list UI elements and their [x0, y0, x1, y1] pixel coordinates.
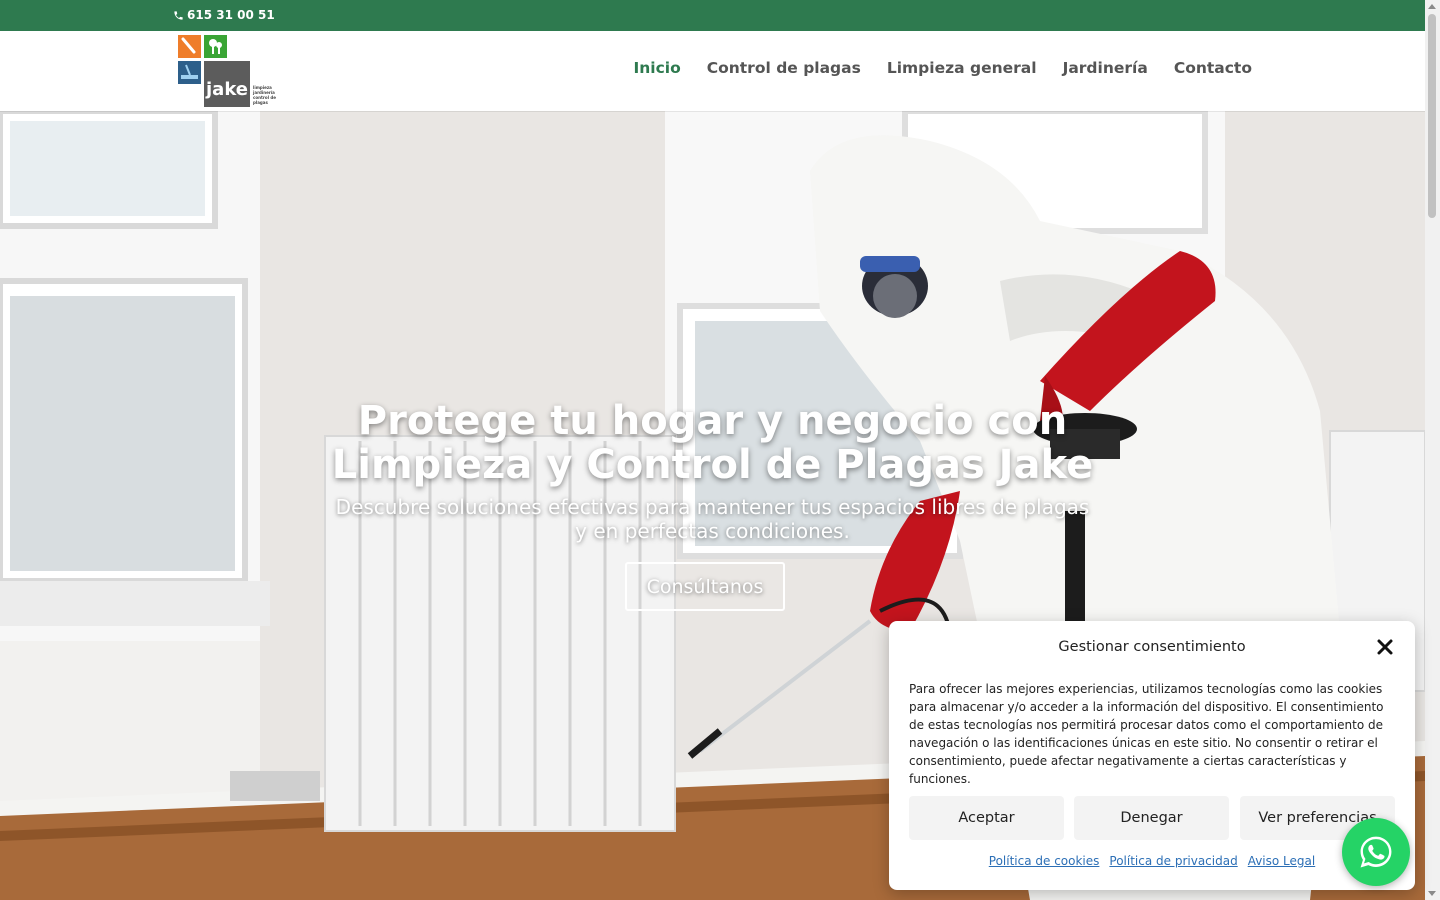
nav-item-limpieza-general[interactable]: Limpieza general	[887, 59, 1037, 77]
nav-item-jardineria[interactable]: Jardinería	[1063, 59, 1148, 77]
cookie-consent-dialog: Gestionar consentimiento Para ofrecer la…	[889, 621, 1415, 890]
logo-tile-blue	[178, 61, 201, 84]
hero-subtitle-line-1: Descubre soluciones efectivas para mante…	[335, 495, 1090, 519]
whatsapp-button[interactable]	[1342, 818, 1410, 886]
hero-title-line-1: Protege tu hogar y negocio con	[357, 398, 1068, 444]
consent-text: Para ofrecer las mejores experiencias, u…	[909, 682, 1384, 786]
hero-title: Protege tu hogar y negocio con Limpieza …	[250, 399, 1175, 487]
scroll-up-icon[interactable]	[1428, 4, 1436, 9]
consent-title: Gestionar consentimiento	[1058, 639, 1246, 655]
logo-wordmark: jake	[206, 79, 249, 100]
hero-subtitle: Descubre soluciones efectivas para mante…	[300, 495, 1125, 543]
logo-tagline: limpieza jardinería control de plagas	[253, 85, 276, 105]
consultanos-button[interactable]: Consúltanos	[625, 562, 785, 611]
legal-notice-link[interactable]: Aviso Legal	[1248, 854, 1316, 868]
nav-item-control-de-plagas[interactable]: Control de plagas	[707, 59, 861, 77]
deny-button[interactable]: Denegar	[1074, 796, 1229, 840]
page-scrollbar[interactable]	[1425, 0, 1440, 900]
scroll-down-icon[interactable]	[1428, 891, 1436, 896]
site-logo[interactable]: jake limpieza jardinería control de plag…	[178, 35, 278, 109]
nav-item-contacto[interactable]: Contacto	[1174, 59, 1252, 77]
phone-icon	[174, 10, 183, 20]
logo-tile-green	[204, 35, 227, 58]
whatsapp-icon	[1360, 836, 1392, 868]
site-header: jake limpieza jardinería control de plag…	[0, 31, 1425, 111]
hero-title-line-2: Limpieza y Control de Plagas Jake	[331, 442, 1094, 488]
scrollbar-thumb[interactable]	[1428, 14, 1436, 218]
privacy-policy-link[interactable]: Política de privacidad	[1109, 854, 1237, 868]
main-nav: Inicio Control de plagas Limpieza genera…	[633, 59, 1252, 77]
phone-contact[interactable]: 615 31 00 51	[173, 8, 275, 22]
close-icon[interactable]	[1376, 638, 1394, 656]
cookie-policy-link[interactable]: Política de cookies	[989, 854, 1100, 868]
phone-number: 615 31 00 51	[187, 8, 275, 22]
consent-links: Política de cookies Política de privacid…	[889, 854, 1415, 868]
logo-tile-orange	[178, 35, 201, 58]
nav-item-inicio[interactable]: Inicio	[633, 59, 680, 77]
top-bar: 615 31 00 51	[0, 0, 1425, 31]
accept-button[interactable]: Aceptar	[909, 796, 1064, 840]
hero-subtitle-line-2: y en perfectas condiciones.	[575, 519, 850, 543]
